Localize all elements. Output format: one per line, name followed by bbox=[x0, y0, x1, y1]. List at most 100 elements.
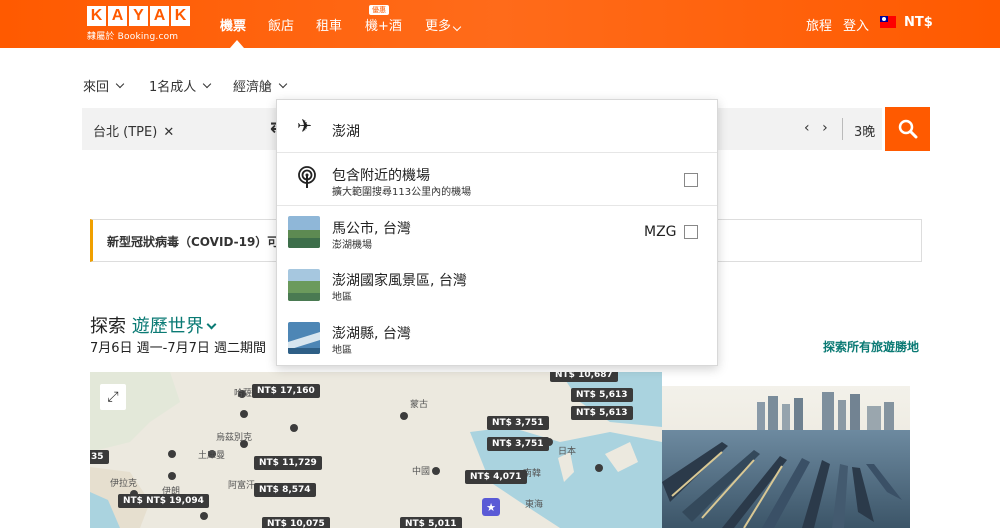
price-tag[interactable]: NT$ 4,071 bbox=[465, 470, 527, 484]
price-tag[interactable]: NT$ 10,075 bbox=[262, 517, 330, 528]
city-dot[interactable] bbox=[432, 467, 440, 475]
result-thumbnail bbox=[288, 269, 320, 301]
explore-heading: 探索 遊歷世界 bbox=[90, 312, 217, 338]
deal-badge: 優惠 bbox=[369, 5, 389, 15]
logo-letter: A bbox=[150, 6, 169, 26]
result-title: 澎湖國家風景區, 台灣 bbox=[332, 273, 467, 289]
map-label: 土庫曼 bbox=[198, 451, 226, 461]
result-thumbnail bbox=[288, 216, 320, 248]
next-date-icon[interactable]: › bbox=[822, 120, 828, 136]
trip-type-label: 來回 bbox=[83, 80, 110, 95]
taiwan-flag-icon[interactable] bbox=[880, 16, 896, 28]
map-label: 中國 bbox=[412, 467, 431, 477]
explore-prefix: 探索 bbox=[90, 316, 126, 337]
result-subtitle: 地區 bbox=[332, 292, 352, 303]
price-tag[interactable]: NT$ 5,613 bbox=[571, 406, 633, 420]
result-row[interactable]: 馬公市, 台灣 澎湖機場 MZG bbox=[277, 206, 717, 259]
nearby-checkbox[interactable] bbox=[684, 173, 698, 187]
currency-selector[interactable]: NT$ bbox=[904, 15, 933, 30]
map-label: 東海 bbox=[525, 500, 544, 510]
nearby-subtitle: 擴大範圍搜尋113公里內的機場 bbox=[332, 187, 472, 198]
logo-letter: K bbox=[87, 6, 106, 26]
search-icon bbox=[898, 119, 917, 139]
clear-origin-icon[interactable]: ✕ bbox=[163, 125, 174, 140]
map-label: 日本 bbox=[558, 447, 577, 457]
trip-type-select[interactable]: 來回 bbox=[83, 76, 125, 95]
nav-trips[interactable]: 旅程 bbox=[806, 15, 832, 34]
price-tag[interactable]: NT$ 17,160 bbox=[252, 384, 320, 398]
divider bbox=[842, 118, 843, 140]
nav-cars[interactable]: 租車 bbox=[316, 15, 342, 34]
origin-value: 台北 (TPE) bbox=[93, 125, 158, 140]
logo-subtitle: 隸屬於 Booking.com bbox=[87, 32, 179, 42]
date-stepper: ‹ › bbox=[804, 120, 828, 136]
expand-map-icon[interactable]: ⤢ bbox=[100, 384, 126, 410]
nights-count: 3晚 bbox=[854, 125, 876, 140]
covid-notice-text: 新型冠狀病毒（COVID-19）可能 bbox=[107, 235, 292, 249]
price-tag[interactable]: NT$ 3,751 bbox=[487, 437, 549, 451]
destination-autocomplete: ✈ 澎湖 包含附近的機場 擴大範圍搜尋113公里內的機場 馬公市, 台灣 澎湖機… bbox=[276, 99, 718, 366]
price-tag[interactable]: NT$ 5,613 bbox=[571, 388, 633, 402]
map-label: 伊拉克 bbox=[110, 479, 138, 489]
city-dot[interactable] bbox=[168, 450, 176, 458]
price-tag[interactable]: NT$ 5,011 bbox=[400, 517, 462, 528]
current-location-star-icon[interactable]: ★ bbox=[482, 498, 500, 516]
result-row[interactable]: 澎湖國家風景區, 台灣 地區 bbox=[277, 260, 717, 313]
explore-world-link[interactable]: 遊歷世界 bbox=[131, 316, 217, 337]
nav-packages[interactable]: 機+酒 bbox=[365, 15, 402, 34]
price-tag[interactable]: NT$ 10,687 bbox=[550, 372, 618, 382]
radar-icon bbox=[297, 166, 317, 193]
city-dot[interactable] bbox=[200, 512, 208, 520]
price-tag[interactable]: NT$ 3,751 bbox=[487, 416, 549, 430]
logo-letter: A bbox=[108, 6, 127, 26]
cabin-select[interactable]: 經濟艙 bbox=[233, 76, 288, 95]
chevron-down-icon bbox=[452, 22, 462, 32]
kayak-logo[interactable]: K A Y A K 隸屬於 Booking.com bbox=[87, 6, 190, 42]
nav-login[interactable]: 登入 bbox=[843, 15, 869, 34]
result-thumbnail bbox=[288, 322, 320, 354]
travelers-select[interactable]: 1名成人 bbox=[149, 76, 212, 95]
map-label: 烏茲別克 bbox=[216, 433, 253, 443]
search-button[interactable] bbox=[885, 107, 930, 151]
result-checkbox[interactable] bbox=[684, 225, 698, 239]
nearby-airports-option[interactable]: 包含附近的機場 擴大範圍搜尋113公里內的機場 bbox=[277, 153, 717, 205]
harbor-photo bbox=[662, 372, 922, 528]
price-tag[interactable]: 35 bbox=[90, 450, 109, 464]
active-tab-indicator bbox=[230, 40, 244, 48]
map-label: 蒙古 bbox=[410, 400, 429, 410]
prev-date-icon[interactable]: ‹ bbox=[804, 120, 810, 136]
explore-dates[interactable]: 7月6日 週一-7月7日 週二期間 bbox=[90, 337, 266, 356]
price-tag[interactable]: NT$ 8,574 bbox=[254, 483, 316, 497]
chevron-down-icon bbox=[278, 79, 288, 89]
explore-world-label: 遊歷世界 bbox=[131, 316, 204, 337]
nav-more-label: 更多 bbox=[425, 19, 452, 34]
map-label: 阿富汗 bbox=[228, 481, 256, 491]
city-dot[interactable] bbox=[595, 464, 603, 472]
city-dot[interactable] bbox=[168, 472, 176, 480]
nav-flights[interactable]: 機票 bbox=[220, 15, 246, 34]
result-subtitle: 地區 bbox=[332, 345, 352, 356]
cabin-label: 經濟艙 bbox=[233, 80, 273, 95]
logo-letter: Y bbox=[129, 6, 148, 26]
result-title: 馬公市, 台灣 bbox=[332, 221, 411, 237]
destination-photo[interactable] bbox=[662, 372, 922, 528]
explore-all-link[interactable]: 探索所有旅遊勝地 bbox=[823, 338, 919, 355]
explore-map[interactable]: ⤢ 哈薩克 蒙古 烏茲別克 土庫曼 中國 阿富汗 伊拉克 伊朗 南韓 東海 日本… bbox=[90, 372, 662, 528]
travelers-label: 1名成人 bbox=[149, 80, 197, 95]
query-row[interactable]: ✈ 澎湖 bbox=[277, 100, 717, 152]
city-dot[interactable] bbox=[400, 412, 408, 420]
result-row[interactable]: 澎湖縣, 台灣 地區 bbox=[277, 313, 717, 366]
nav-more[interactable]: 更多 bbox=[425, 15, 462, 34]
logo-letter: K bbox=[171, 6, 190, 26]
origin-field[interactable]: 台北 (TPE) ✕ bbox=[93, 121, 174, 140]
city-dot[interactable] bbox=[240, 410, 248, 418]
chevron-down-icon bbox=[203, 79, 212, 89]
query-text: 澎湖 bbox=[332, 124, 360, 140]
price-tag[interactable]: NT$ 11,729 bbox=[254, 456, 322, 470]
top-nav-bar: K A Y A K 隸屬於 Booking.com 機票 飯店 租車 優惠 機+… bbox=[0, 0, 1000, 48]
chevron-down-icon bbox=[115, 79, 125, 89]
city-dot[interactable] bbox=[290, 424, 298, 432]
nav-hotels[interactable]: 飯店 bbox=[268, 15, 294, 34]
price-tag[interactable]: NT$ NT$ 19,094 bbox=[118, 494, 209, 508]
result-title: 澎湖縣, 台灣 bbox=[332, 326, 411, 342]
